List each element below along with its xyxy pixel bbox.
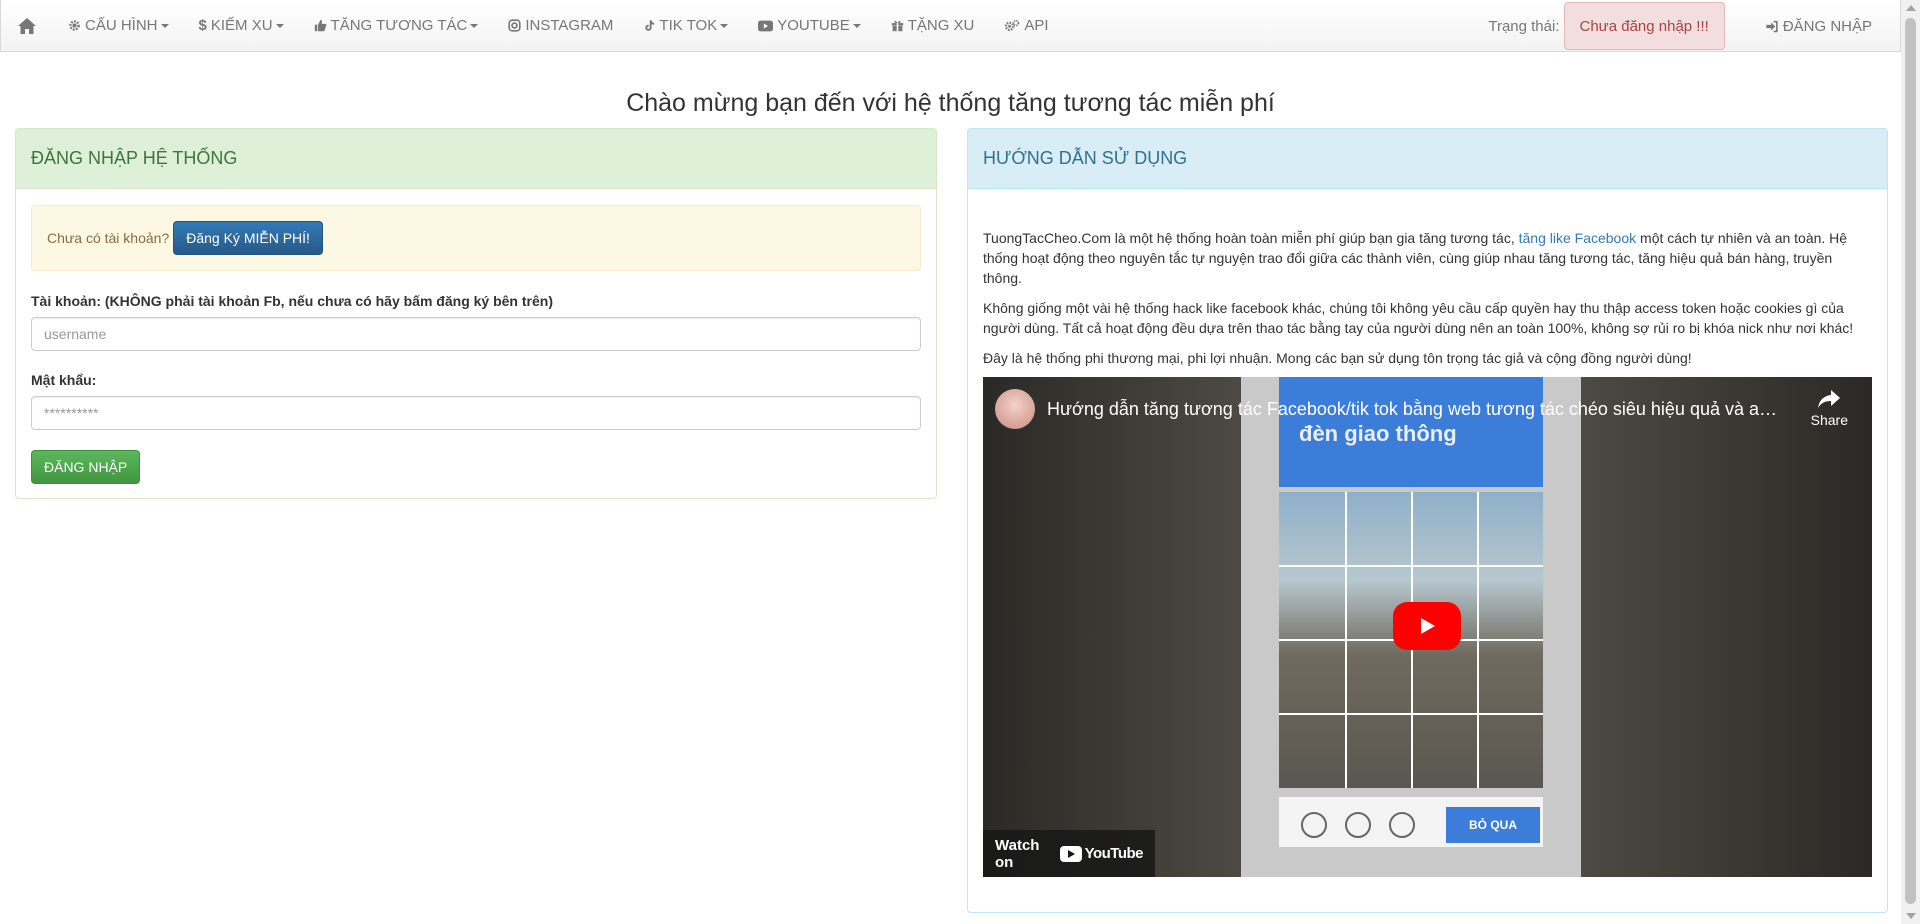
register-button[interactable]: Đăng Ký MIỄN PHÍ!: [173, 221, 323, 255]
video-share-button[interactable]: Share: [1811, 389, 1848, 428]
guide-p1-text-before: TuongTacCheo.Com là một hệ thống hoàn to…: [983, 230, 1519, 246]
youtube-video-player[interactable]: đèn giao thông BỎ QUA Hướng dẫn tăng tươ…: [983, 377, 1872, 877]
status-label: Trạng thái:: [1488, 17, 1560, 35]
chevron-down-icon: [470, 23, 479, 28]
guide-paragraph-1: TuongTacCheo.Com là một hệ thống hoàn to…: [983, 228, 1873, 288]
tiktok-icon: [643, 19, 655, 32]
tang-like-facebook-link[interactable]: tăng like Facebook: [1519, 230, 1637, 246]
password-label: Mật khẩu:: [31, 372, 97, 388]
nav-login-link[interactable]: ĐĂNG NHẬP: [1749, 18, 1900, 35]
register-alert-text: Chưa có tài khoản?: [47, 230, 170, 246]
video-frame-bg-left: [983, 377, 1241, 877]
nav-right-group: Trạng thái: Chưa đăng nhập !!! ĐĂNG NHẬP: [1488, 0, 1900, 52]
home-icon: [18, 17, 36, 34]
nav-api-label: API: [1024, 17, 1049, 34]
chevron-down-icon: [852, 23, 861, 28]
nav-kiem-xu[interactable]: $ KIẾM XU: [184, 0, 299, 52]
youtube-logo: YouTube: [1059, 845, 1144, 862]
scroll-up-icon[interactable]: [1906, 5, 1916, 11]
youtube-play-mark-icon: [1059, 845, 1082, 862]
username-label: Tài khoản: (KHÔNG phải tài khoản Fb, nếu…: [31, 293, 553, 309]
guide-paragraph-2: Không giống một vài hệ thống hack like f…: [983, 300, 1854, 336]
thumbs-up-icon: [314, 19, 327, 32]
gear-icon: [68, 19, 81, 32]
page-scrollbar[interactable]: [1901, 0, 1920, 924]
register-alert: Chưa có tài khoản? Đăng Ký MIỄN PHÍ!: [31, 205, 921, 271]
nav-tang-xu-label: TẶNG XU: [907, 17, 975, 34]
nav-tiktok[interactable]: TIK TOK: [628, 0, 743, 52]
dollar-icon: $: [198, 17, 207, 34]
gears-icon: [1004, 19, 1020, 32]
instagram-icon: [508, 19, 521, 32]
scroll-thumb[interactable]: [1905, 18, 1916, 904]
nav-tang-xu[interactable]: TẶNG XU: [876, 0, 990, 52]
scroll-down-icon[interactable]: [1906, 913, 1916, 919]
nav-youtube-label: YOUTUBE: [777, 17, 850, 34]
nav-login-label: ĐĂNG NHẬP: [1782, 17, 1872, 35]
password-input[interactable]: [31, 396, 921, 430]
top-navbar: CẤU HÌNH $ KIẾM XU TĂNG TƯƠNG TÁC INSTAG…: [0, 0, 1901, 52]
guide-panel: HƯỚNG DẪN SỬ DỤNG TuongTacCheo.Com là mộ…: [967, 128, 1888, 913]
nav-instagram[interactable]: INSTAGRAM: [493, 0, 628, 52]
video-share-label: Share: [1810, 412, 1848, 428]
login-panel: ĐĂNG NHẬP HỆ THỐNG Chưa có tài khoản? Đă…: [15, 128, 937, 499]
chevron-down-icon: [720, 23, 729, 28]
grid-divider: [1279, 565, 1543, 567]
login-button[interactable]: ĐĂNG NHẬP: [31, 450, 141, 484]
login-panel-heading: ĐĂNG NHẬP HỆ THỐNG: [16, 129, 936, 189]
share-icon: [1818, 390, 1841, 408]
guide-panel-heading: HƯỚNG DẪN SỬ DỤNG: [968, 129, 1887, 189]
gift-icon: [891, 19, 904, 32]
info-icon: [1389, 812, 1415, 838]
watch-on-label: Watch on: [995, 836, 1040, 871]
page-title: Chào mừng bạn đến với hệ thống tăng tươn…: [626, 89, 1275, 117]
sign-in-icon: [1766, 20, 1778, 32]
video-play-button[interactable]: [1393, 602, 1461, 650]
chevron-down-icon: [275, 23, 284, 28]
headphones-icon: [1345, 812, 1371, 838]
status-badge: Chưa đăng nhập !!!: [1563, 2, 1725, 50]
watch-on-youtube-button[interactable]: Watch on YouTube: [983, 830, 1155, 877]
nav-youtube[interactable]: YOUTUBE: [743, 0, 876, 52]
video-frame-bg-right: [1581, 377, 1872, 877]
nav-instagram-label: INSTAGRAM: [525, 17, 614, 34]
nav-cau-hinh[interactable]: CẤU HÌNH: [53, 0, 184, 52]
nav-tang-tuong-tac-label: TĂNG TƯƠNG TÁC: [330, 17, 468, 34]
username-input[interactable]: [31, 317, 921, 351]
refresh-icon: [1301, 812, 1327, 838]
nav-kiem-xu-label: KIẾM XU: [210, 17, 273, 34]
channel-avatar[interactable]: [995, 389, 1035, 429]
video-frame-skip-label: BỎ QUA: [1446, 807, 1540, 843]
grid-divider: [1279, 713, 1543, 715]
guide-body: TuongTacCheo.Com là một hệ thống hoàn to…: [983, 228, 1873, 378]
play-icon: [1421, 618, 1435, 634]
guide-paragraph-3: Đây là hệ thống phi thương mại, phi lợi …: [983, 350, 1692, 366]
nav-api[interactable]: API: [989, 0, 1063, 52]
chevron-down-icon: [160, 23, 169, 28]
nav-tang-tuong-tac[interactable]: TĂNG TƯƠNG TÁC: [299, 0, 494, 52]
home-link[interactable]: [1, 0, 53, 52]
youtube-icon: [758, 20, 774, 32]
video-title-bar: Hướng dẫn tăng tương tác Facebook/tik to…: [995, 389, 1860, 429]
video-title[interactable]: Hướng dẫn tăng tương tác Facebook/tik to…: [1047, 399, 1787, 420]
youtube-logo-text: YouTube: [1084, 845, 1144, 862]
nav-cau-hinh-label: CẤU HÌNH: [85, 17, 158, 34]
nav-tiktok-label: TIK TOK: [659, 17, 718, 34]
